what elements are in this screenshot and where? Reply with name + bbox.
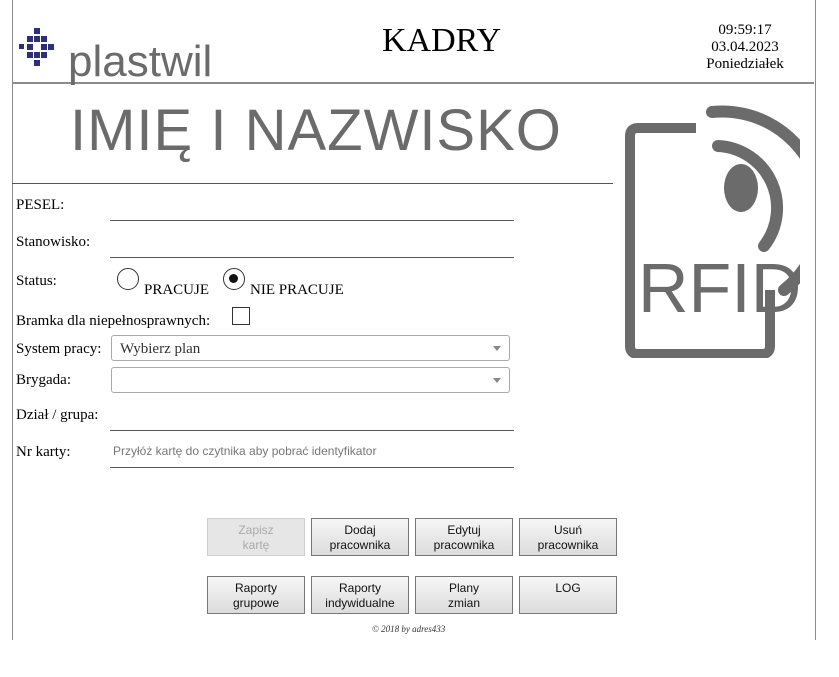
card-number-field[interactable]: [110, 467, 514, 468]
status-radio-not-working[interactable]: [223, 268, 245, 290]
logo-mark-icon: [19, 28, 54, 66]
edit-employee-button[interactable]: Edytuj pracownika: [415, 518, 513, 556]
button-label-line: Raporty: [234, 581, 278, 595]
chevron-down-icon: [493, 378, 501, 383]
button-label-line: pracownika: [329, 538, 391, 552]
clock-day: Poniedziałek: [706, 56, 784, 72]
button-label-line: Usuń: [553, 523, 582, 537]
work-system-label: System pracy:: [16, 341, 102, 357]
plastwil-logo: plastwil: [16, 24, 216, 84]
position-label: Stanowisko:: [16, 234, 91, 250]
clock-date: 03.04.2023: [711, 39, 779, 55]
rfid-card-icon: RFID: [625, 105, 800, 358]
employee-name: IMIĘ I NAZWISKO: [70, 98, 562, 163]
pesel-field[interactable]: [110, 220, 514, 221]
page-title: KADRY: [382, 22, 502, 59]
department-field[interactable]: [110, 430, 514, 431]
clock-time: 09:59:17: [718, 22, 772, 38]
button-label-line: zmian: [447, 596, 480, 610]
button-label-line: pracownika: [433, 538, 495, 552]
button-label-line: Dodaj: [344, 523, 376, 537]
work-system-select[interactable]: Wybierz plan: [111, 335, 510, 361]
status-option-not-working: NIE PRACUJE: [250, 282, 344, 298]
individual-reports-button[interactable]: Raporty indywidualne: [311, 576, 409, 614]
department-label: Dział / grupa:: [16, 407, 99, 423]
button-label-line: LOG: [555, 581, 581, 595]
pesel-label: PESEL:: [16, 197, 65, 213]
radio-selected-dot: [229, 274, 238, 283]
copyright: © 2018 by adres433: [372, 624, 446, 634]
group-reports-button[interactable]: Raporty grupowe: [207, 576, 305, 614]
button-label-line: Edytuj: [447, 523, 481, 537]
position-field[interactable]: [110, 257, 514, 258]
logo-text: plastwil: [68, 37, 213, 86]
button-label-line: Raporty: [338, 581, 382, 595]
chevron-down-icon: [493, 346, 501, 351]
delete-employee-button[interactable]: Usuń pracownika: [519, 518, 617, 556]
gate-checkbox[interactable]: [232, 307, 250, 325]
button-label-line: Plany: [448, 581, 480, 595]
status-label: Status:: [16, 273, 57, 289]
button-label-line: Zapisz: [238, 523, 274, 537]
save-card-button[interactable]: Zapisz kartę: [207, 518, 305, 556]
card-number-placeholder: Przyłóż kartę do czytnika aby pobrać ide…: [113, 444, 377, 458]
status-radio-working[interactable]: [117, 268, 139, 290]
clock: 09:59:17 03.04.2023 Poniedziałek: [690, 22, 800, 73]
brigade-label: Brygada:: [16, 372, 71, 388]
rfid-label: RFID: [638, 249, 800, 327]
brigade-select[interactable]: [111, 367, 510, 393]
button-label-line: grupowe: [232, 596, 280, 610]
name-divider: [12, 183, 613, 184]
work-system-value: Wybierz plan: [120, 341, 201, 357]
button-label-line: indywidualne: [325, 596, 395, 610]
status-option-working: PRACUJE: [144, 282, 210, 298]
log-button[interactable]: LOG: [519, 576, 617, 614]
add-employee-button[interactable]: Dodaj pracownika: [311, 518, 409, 556]
shift-plans-button[interactable]: Plany zmian: [415, 576, 513, 614]
gate-label: Bramka dla niepełnosprawnych:: [16, 313, 211, 329]
button-label-line: pracownika: [537, 538, 599, 552]
button-label-line: kartę: [242, 538, 270, 552]
card-number-label: Nr karty:: [16, 444, 71, 460]
